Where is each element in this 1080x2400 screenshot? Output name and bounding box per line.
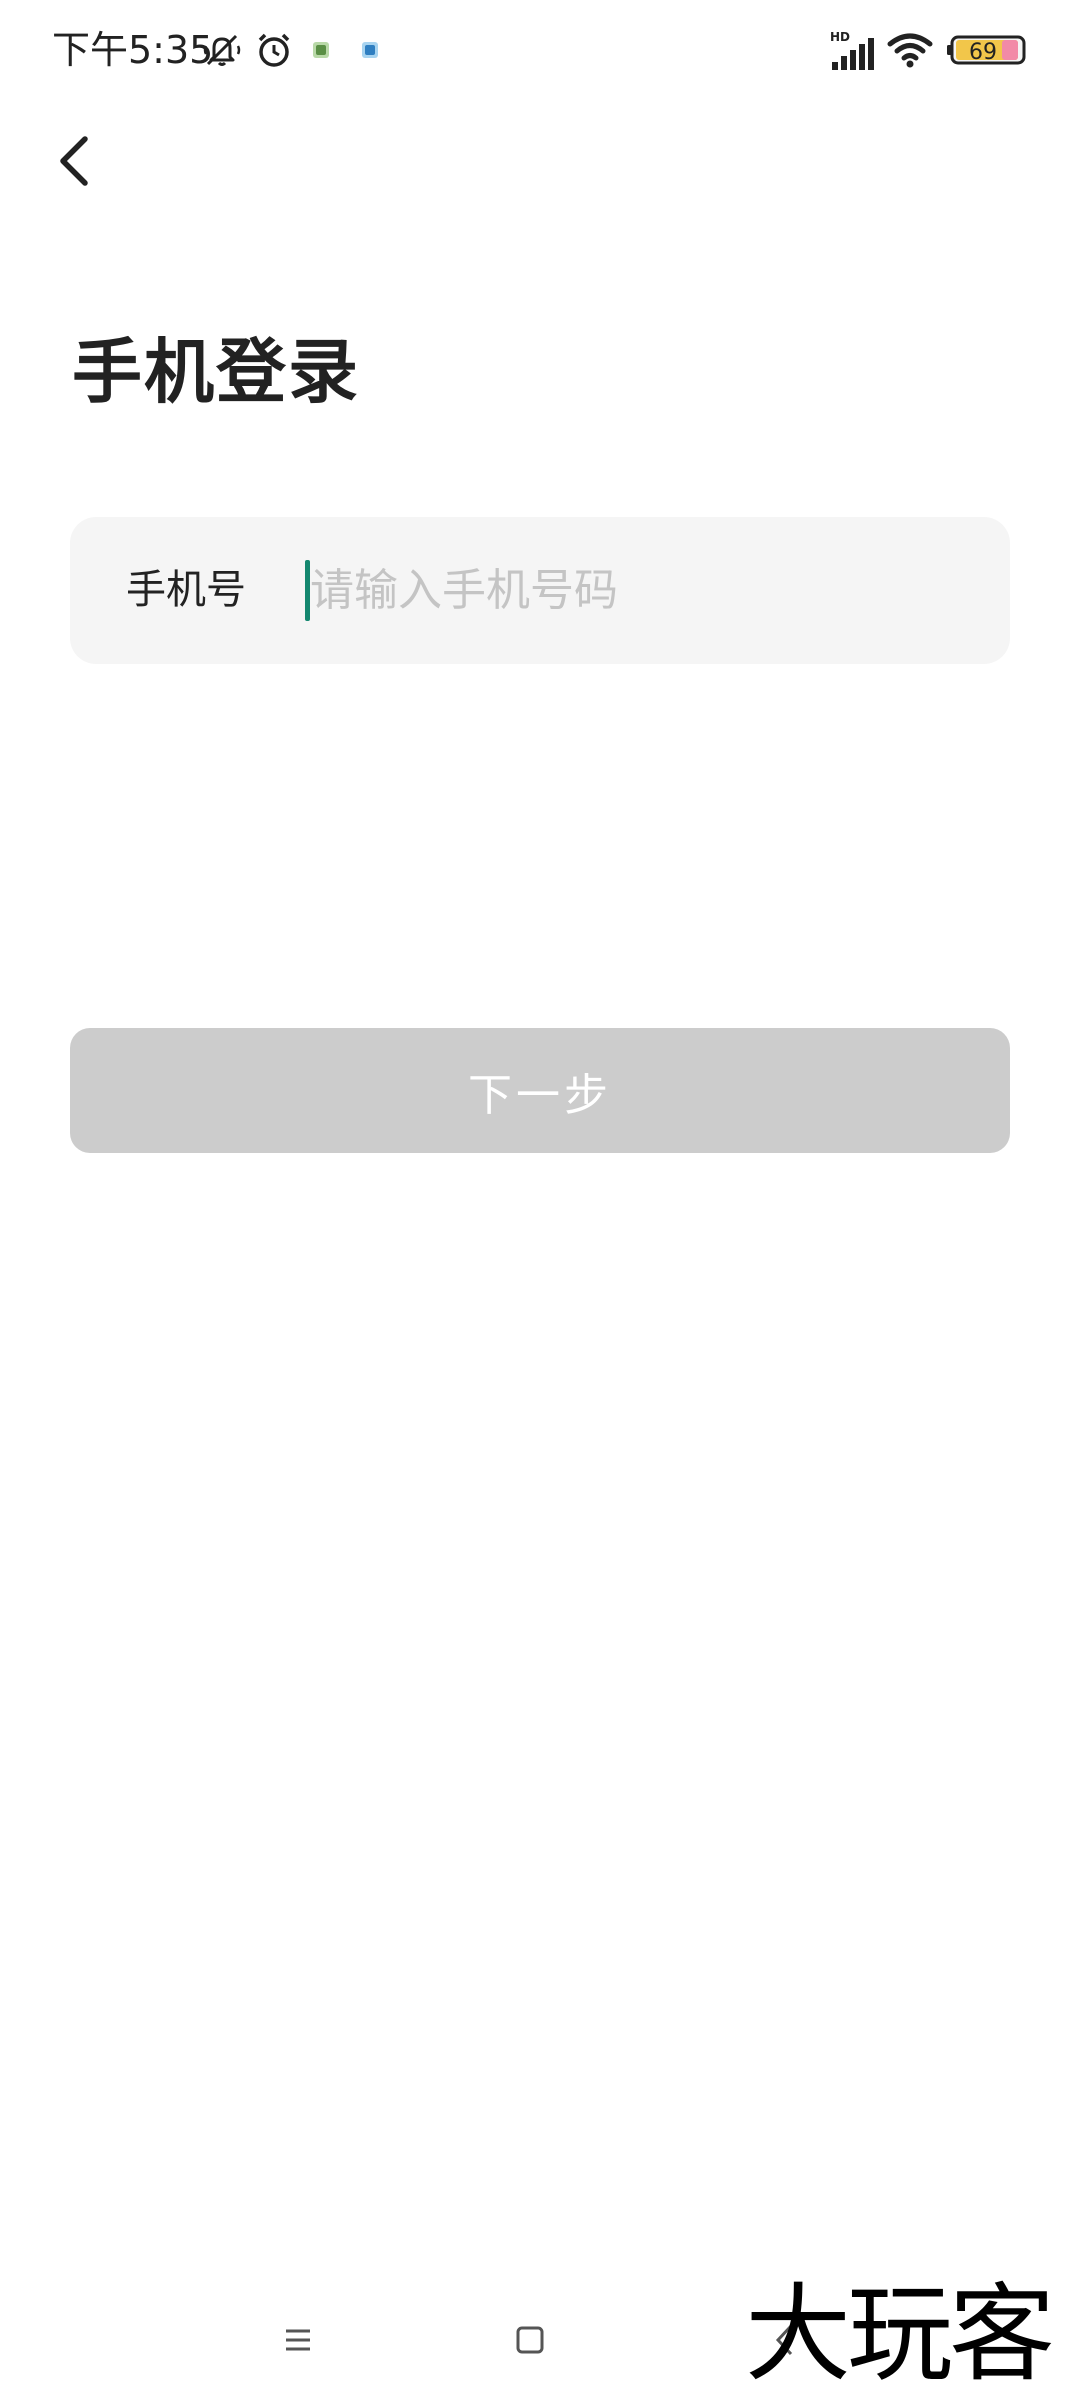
back-button[interactable] [40, 120, 110, 202]
phone-field[interactable]: 手机号 [70, 517, 1010, 664]
menu-icon [286, 2329, 310, 2351]
next-button[interactable]: 下一步 [70, 1028, 1010, 1153]
phone-input[interactable] [310, 517, 970, 664]
status-bar: 下午5:35 HD 69 [0, 0, 1080, 100]
bell-muted-icon [200, 26, 244, 74]
home-icon [516, 2326, 544, 2354]
chevron-left-icon [60, 136, 88, 186]
app-notification-icon [306, 26, 336, 74]
wifi-icon [884, 26, 936, 74]
phone-label: 手机号 [126, 567, 246, 613]
signal-icon: HD [828, 26, 878, 74]
app-notification-icon [355, 26, 385, 74]
watermark: 大玩客 [745, 2273, 1055, 2396]
alarm-icon [252, 26, 296, 74]
network-type-label: HD [830, 30, 850, 44]
nav-menu-button[interactable] [258, 2305, 338, 2375]
page-title: 手机登录 [72, 331, 360, 413]
status-time: 下午5:35 [52, 28, 214, 72]
nav-home-button[interactable] [490, 2305, 570, 2375]
battery-icon: 69 [945, 26, 1029, 74]
battery-level: 69 [969, 40, 997, 65]
